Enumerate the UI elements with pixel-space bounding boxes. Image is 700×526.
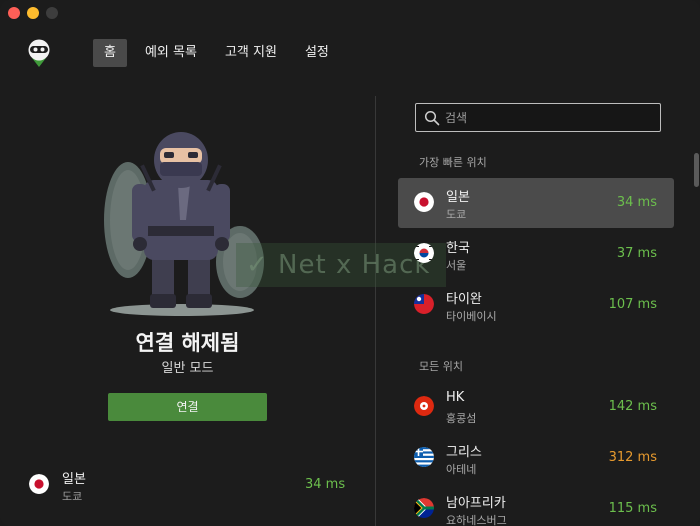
location-row[interactable]: 일본 도쿄 34 ms [398, 178, 674, 228]
tab-home[interactable]: 홈 [93, 39, 127, 67]
location-city: 서울 [446, 259, 467, 272]
location-country: 일본 [446, 190, 470, 205]
za-flag-icon [414, 498, 434, 518]
tw-flag-icon [414, 294, 434, 314]
location-row[interactable]: 한국 서울 37 ms [398, 229, 674, 279]
location-row[interactable]: 그리스 아테네 312 ms [398, 433, 674, 483]
jp-flag-icon [414, 192, 434, 212]
main-nav: 홈 예외 목록 고객 지원 설정 [93, 39, 347, 67]
location-country: HK [446, 390, 465, 405]
location-country: 그리스 [446, 445, 482, 460]
current-location-city: 도쿄 [62, 490, 83, 503]
search-box [415, 103, 661, 132]
location-country: 타이완 [446, 292, 482, 307]
gr-flag-icon [414, 447, 434, 467]
section-fastest-label: 가장 빠른 위치 [419, 156, 487, 169]
close-window-button[interactable] [8, 7, 20, 19]
location-ping: 312 ms [608, 450, 657, 465]
window-controls [8, 7, 58, 19]
tab-exceptions[interactable]: 예외 목록 [135, 39, 207, 67]
location-ping: 37 ms [616, 246, 657, 261]
jp-flag-icon [29, 474, 49, 494]
location-ping: 115 ms [608, 501, 657, 516]
location-city: 홍콩섬 [446, 412, 477, 425]
zoom-window-button[interactable] [46, 7, 58, 19]
location-city: 요하네스버그 [446, 514, 507, 526]
current-location-country: 일본 [62, 472, 86, 487]
search-input[interactable] [445, 104, 655, 131]
connect-button[interactable]: 연결 [108, 393, 267, 421]
location-country: 남아프리카 [446, 496, 506, 511]
location-ping: 142 ms [608, 399, 657, 414]
kr-flag-icon [414, 243, 434, 263]
location-ping: 34 ms [616, 195, 657, 210]
location-ping: 107 ms [608, 297, 657, 312]
app-logo-icon [28, 39, 50, 67]
hk-flag-icon [414, 396, 434, 416]
tab-settings[interactable]: 설정 [295, 39, 339, 67]
location-country: 한국 [446, 241, 470, 256]
tab-support[interactable]: 고객 지원 [215, 39, 287, 67]
location-city: 도쿄 [446, 208, 467, 221]
ninja-illustration [104, 132, 264, 316]
location-city: 타이베이시 [446, 310, 497, 323]
app-window: 홈 예외 목록 고객 지원 설정 ✓ Net x Hack 연결 해제됨 일반 … [0, 0, 700, 526]
search-icon [424, 110, 440, 126]
connection-mode: 일반 모드 [161, 361, 214, 376]
location-row[interactable]: HK 홍콩섬 142 ms [398, 382, 674, 432]
section-all-label: 모든 위치 [419, 360, 463, 373]
location-city: 아테네 [446, 463, 477, 476]
location-row[interactable]: 남아프리카 요하네스버그 115 ms [398, 484, 674, 526]
panel-divider [375, 96, 376, 526]
location-row[interactable]: 타이완 타이베이시 107 ms [398, 280, 674, 330]
current-location-ping: 34 ms [305, 477, 346, 492]
scrollbar-thumb[interactable] [694, 153, 699, 187]
connection-status: 연결 해제됨 [135, 331, 240, 355]
minimize-window-button[interactable] [27, 7, 39, 19]
